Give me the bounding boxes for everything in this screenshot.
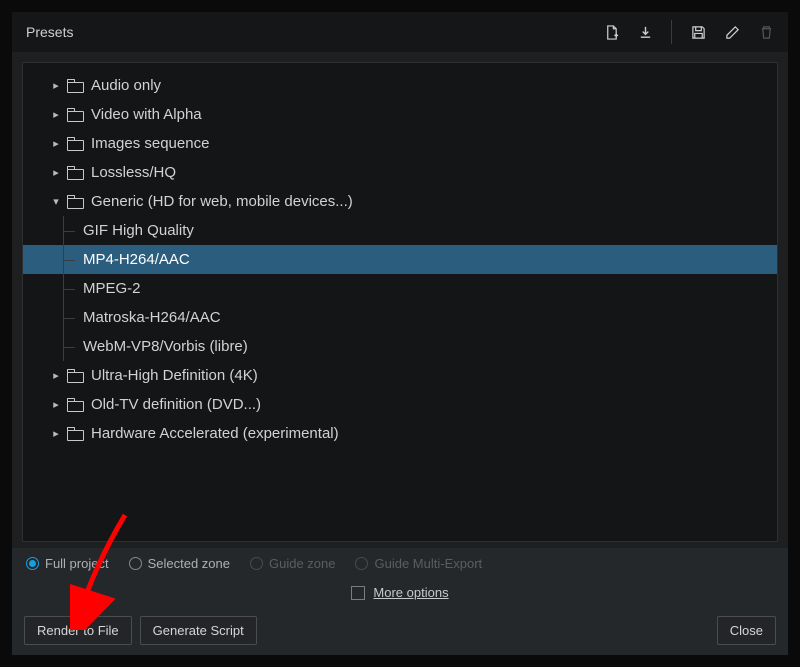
edit-icon[interactable] (724, 24, 740, 40)
tree-item-label: Generic (HD for web, mobile devices...) (91, 193, 353, 210)
download-icon[interactable] (637, 24, 653, 40)
tree-item-label: Hardware Accelerated (experimental) (91, 425, 339, 442)
presets-tree[interactable]: ▸ Audio only ▸ Video with Alpha ▸ Images sequ… (23, 63, 777, 448)
tree-item-label: Ultra-High Definition (4K) (91, 367, 258, 384)
expand-arrow-icon[interactable]: ▸ (51, 398, 61, 411)
delete-icon[interactable] (758, 24, 774, 40)
radio-dot-icon (26, 557, 39, 570)
render-mode-radios: Full project Selected zone Guide zone Gu… (12, 548, 788, 579)
folder-icon (67, 108, 83, 121)
render-to-file-button[interactable]: Render to File (24, 616, 132, 645)
presets-tree-panel: ▸ Audio only ▸ Video with Alpha ▸ Images sequ… (22, 62, 778, 542)
render-dialog: Presets (12, 12, 788, 655)
more-options-label[interactable]: More options (373, 585, 448, 600)
tree-item[interactable]: GIF High Quality (23, 216, 777, 245)
expand-arrow-icon[interactable]: ▸ (51, 79, 61, 92)
tree-folder[interactable]: ▸ Hardware Accelerated (experimental) (23, 419, 777, 448)
folder-icon (67, 79, 83, 92)
tree-folder[interactable]: ▸ Old-TV definition (DVD...) (23, 390, 777, 419)
tree-item[interactable]: WebM-VP8/Vorbis (libre) (23, 332, 777, 361)
tree-item-label: Matroska-H264/AAC (83, 309, 221, 326)
expand-arrow-icon[interactable]: ▸ (51, 427, 61, 440)
dialog-footer: Render to File Generate Script Close (12, 610, 788, 655)
folder-icon (67, 166, 83, 179)
more-options-checkbox[interactable] (351, 586, 365, 600)
tree-item-label: Video with Alpha (91, 106, 202, 123)
folder-icon (67, 398, 83, 411)
tree-folder[interactable]: ▸ Ultra-High Definition (4K) (23, 361, 777, 390)
expand-arrow-icon[interactable]: ▸ (51, 166, 61, 179)
header-title: Presets (26, 24, 73, 40)
radio-label: Full project (45, 556, 109, 571)
header-toolbar (603, 20, 774, 44)
tree-item[interactable]: Matroska-H264/AAC (23, 303, 777, 332)
radio-dot-icon (129, 557, 142, 570)
toolbar-separator (671, 20, 672, 44)
tree-item-label: Old-TV definition (DVD...) (91, 396, 261, 413)
radio-label: Selected zone (148, 556, 230, 571)
tree-item-label: WebM-VP8/Vorbis (libre) (83, 338, 248, 355)
tree-folder[interactable]: ▸ Video with Alpha (23, 100, 777, 129)
radio-label: Guide zone (269, 556, 336, 571)
radio-label: Guide Multi-Export (374, 556, 482, 571)
tree-item-label: GIF High Quality (83, 222, 194, 239)
tree-folder[interactable]: ▸ Images sequence (23, 129, 777, 158)
save-preset-icon[interactable] (690, 24, 706, 40)
more-options-row: More options (12, 579, 788, 610)
tree-item-label: MP4-H264/AAC (83, 251, 190, 268)
folder-icon (67, 137, 83, 150)
expand-arrow-icon[interactable]: ▸ (51, 137, 61, 150)
tree-item[interactable]: MP4-H264/AAC (23, 245, 777, 274)
radio-full-project[interactable]: Full project (26, 556, 109, 571)
radio-selected-zone[interactable]: Selected zone (129, 556, 230, 571)
new-preset-icon[interactable] (603, 24, 619, 40)
tree-item-label: MPEG-2 (83, 280, 141, 297)
tree-folder[interactable]: ▸ Lossless/HQ (23, 158, 777, 187)
radio-guide-multi-export: Guide Multi-Export (355, 556, 482, 571)
expand-arrow-icon[interactable]: ▸ (51, 108, 61, 121)
tree-folder[interactable]: ▸ Audio only (23, 71, 777, 100)
folder-icon (67, 195, 83, 208)
radio-guide-zone: Guide zone (250, 556, 336, 571)
tree-item[interactable]: MPEG-2 (23, 274, 777, 303)
dialog-header: Presets (12, 12, 788, 52)
folder-icon (67, 369, 83, 382)
tree-item-label: Images sequence (91, 135, 209, 152)
tree-item-label: Lossless/HQ (91, 164, 176, 181)
tree-folder[interactable]: ▾ Generic (HD for web, mobile devices...) (23, 187, 777, 216)
tree-item-label: Audio only (91, 77, 161, 94)
radio-dot-icon (355, 557, 368, 570)
expand-arrow-icon[interactable]: ▸ (51, 369, 61, 382)
folder-icon (67, 427, 83, 440)
close-button[interactable]: Close (717, 616, 776, 645)
expand-arrow-icon[interactable]: ▾ (51, 195, 61, 208)
radio-dot-icon (250, 557, 263, 570)
generate-script-button[interactable]: Generate Script (140, 616, 257, 645)
